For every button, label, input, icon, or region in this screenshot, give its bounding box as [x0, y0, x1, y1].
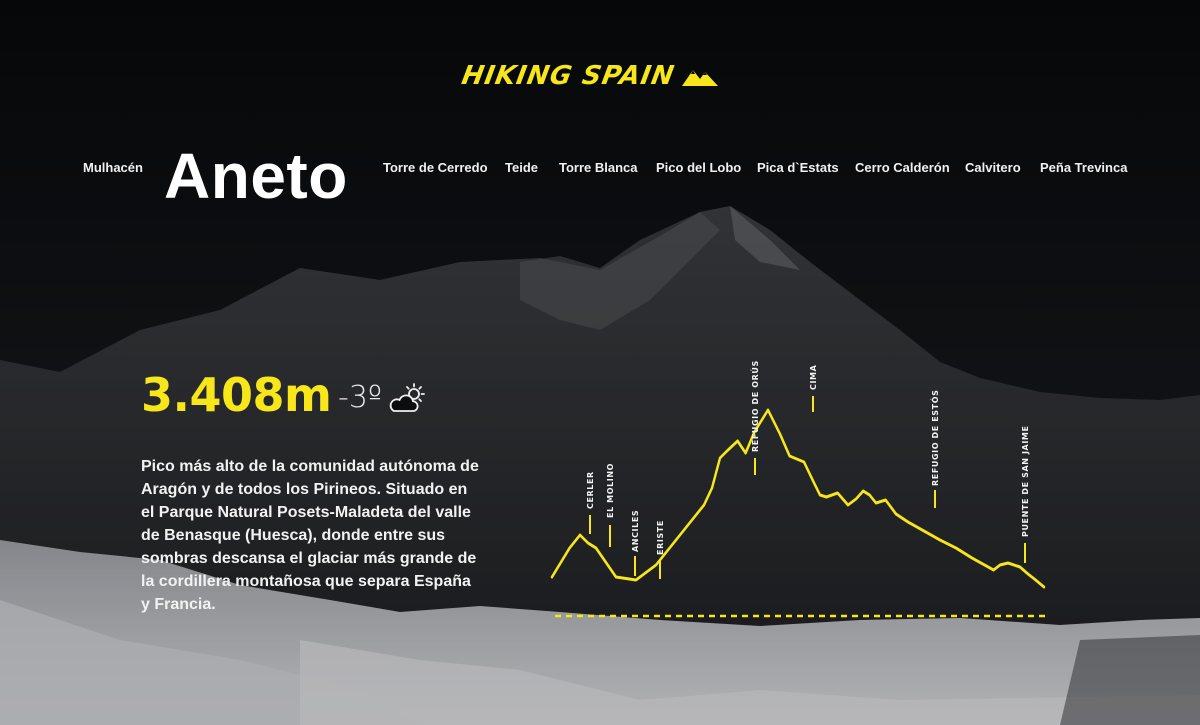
waypoint-el-molino: EL MOLINO [606, 463, 615, 518]
waypoint-cima: CIMA [809, 364, 818, 390]
weather-widget: -3º [338, 380, 428, 415]
nav-item-pena-trevinca[interactable]: Peña Trevinca [1040, 160, 1127, 175]
nav-item-aneto-active[interactable]: Aneto [164, 140, 348, 212]
partly-cloudy-icon [389, 382, 425, 412]
nav-item-calvitero[interactable]: Calvitero [965, 160, 1021, 175]
brand-logo[interactable]: HIKING SPAIN [459, 56, 719, 96]
elevation-value: 3.408m [141, 368, 332, 422]
temperature-value: -3º [338, 380, 383, 415]
nav-item-mulhacen[interactable]: Mulhacén [83, 160, 143, 175]
nav-item-torre-de-cerredo[interactable]: Torre de Cerredo [383, 160, 488, 175]
waypoint-cerler: CERLER [586, 471, 595, 509]
route-profile-line [550, 408, 1046, 589]
nav-item-cerro-calderon[interactable]: Cerro Calderón [855, 160, 950, 175]
nav-item-teide[interactable]: Teide [505, 160, 538, 175]
route-elevation-profile: CERLER EL MOLINO ANCILES ERISTE REFUGIO … [550, 360, 1046, 618]
brand-name: HIKING SPAIN [459, 61, 678, 91]
mountain-logo-icon [682, 70, 719, 86]
waypoint-refugio-de-orus: REFUGIO DE ORÚS [749, 360, 760, 452]
waypoint-puente-de-san-jaime: PUENTE DE SAN JAIME [1021, 425, 1030, 537]
nav-item-pico-del-lobo[interactable]: Pico del Lobo [656, 160, 741, 175]
waypoint-eriste: ERISTE [656, 520, 665, 555]
peak-navigation: Mulhacén Aneto Torre de Cerredo Teide To… [0, 140, 1200, 212]
nav-item-torre-blanca[interactable]: Torre Blanca [559, 160, 638, 175]
peak-description: Pico más alto de la comunidad autónoma d… [141, 458, 479, 613]
waypoint-anciles: ANCILES [631, 510, 640, 552]
waypoint-refugio-de-estos: REFUGIO DE ESTÓS [929, 390, 940, 486]
nav-item-pica-destats[interactable]: Pica d`Estats [757, 160, 839, 175]
